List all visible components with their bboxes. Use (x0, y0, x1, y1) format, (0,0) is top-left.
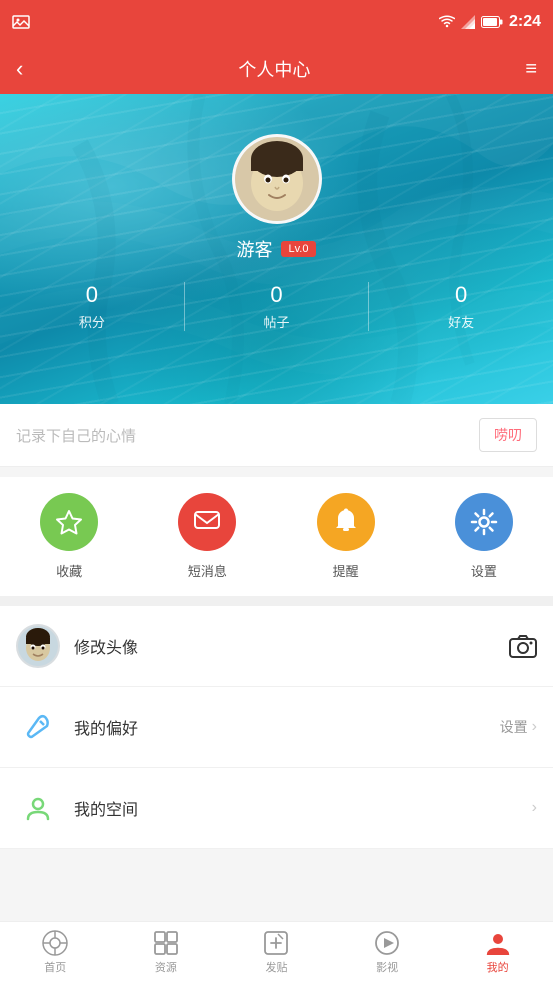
status-bar-right: 2:24 (439, 13, 541, 31)
nav-home-label: 首页 (44, 959, 66, 975)
mine-icon (485, 930, 511, 956)
nav-post[interactable]: 发贴 (221, 922, 332, 983)
menu-item-edit-avatar[interactable]: 修改头像 (0, 606, 553, 687)
preferences-label: 我的偏好 (74, 715, 500, 739)
stat-posts-value: 0 (270, 282, 282, 308)
settings-icon-bg (455, 493, 513, 551)
nav-post-label: 发贴 (265, 959, 287, 975)
mood-button[interactable]: 唠叨 (479, 418, 537, 452)
action-messages[interactable]: 短消息 (178, 493, 236, 580)
nav-home[interactable]: 首页 (0, 922, 111, 983)
nav-mine-label: 我的 (487, 959, 509, 975)
stat-score-value: 0 (86, 282, 98, 308)
menu-item-my-space[interactable]: 我的空间 › (0, 768, 553, 849)
mood-area: 记录下自己的心情 唠叨 (0, 404, 553, 467)
my-space-label: 我的空间 (74, 796, 532, 820)
bottom-nav: 首页 资源 发贴 影视 我的 (0, 921, 553, 983)
nav-video[interactable]: 影视 (332, 922, 443, 983)
my-space-chevron: › (532, 799, 537, 817)
menu-item-preferences[interactable]: 我的偏好 设置 › (0, 687, 553, 768)
mood-placeholder[interactable]: 记录下自己的心情 (16, 425, 136, 446)
edit-avatar-label: 修改头像 (74, 634, 509, 658)
wrench-icon (25, 714, 51, 740)
wifi-icon (439, 15, 455, 29)
top-bar: 2:24 ‹ 个人中心 ≡ (0, 0, 553, 94)
messages-icon-bg (178, 493, 236, 551)
menu-button[interactable]: ≡ (525, 58, 537, 81)
home-icon (42, 930, 68, 956)
stat-friends-value: 0 (455, 282, 467, 308)
stat-score: 0 积分 (0, 282, 185, 331)
user-info-row: 游客 Lv.0 (237, 236, 317, 262)
level-badge: Lv.0 (281, 241, 317, 257)
quick-actions: 收藏 短消息 提醒 设置 (0, 477, 553, 596)
page-title: 个人中心 (238, 56, 310, 82)
my-space-icon (16, 786, 60, 830)
star-icon (55, 508, 83, 536)
nav-video-label: 影视 (376, 959, 398, 975)
stat-friends: 0 好友 (369, 282, 553, 331)
avatar-image (235, 137, 319, 221)
my-space-right: › (532, 799, 537, 817)
signal-icon (461, 15, 475, 29)
edit-avatar-right (509, 634, 537, 658)
nav-resources[interactable]: 资源 (111, 922, 222, 983)
header: ‹ 个人中心 ≡ (0, 44, 553, 94)
resources-icon (153, 930, 179, 956)
avatar[interactable] (232, 134, 322, 224)
menu-list: 修改头像 我的偏好 设置 › (0, 606, 553, 849)
divider-1 (0, 596, 553, 606)
favorites-label: 收藏 (56, 561, 82, 580)
stat-score-label: 积分 (79, 312, 105, 331)
video-icon (374, 930, 400, 956)
action-favorites[interactable]: 收藏 (40, 493, 98, 580)
post-icon (263, 930, 289, 956)
stat-posts: 0 帖子 (185, 282, 370, 331)
preferences-right: 设置 › (500, 717, 537, 737)
camera-icon (509, 634, 537, 658)
settings-label: 设置 (471, 561, 497, 580)
preferences-chevron: › (532, 718, 537, 736)
status-bar: 2:24 (0, 0, 553, 44)
status-time: 2:24 (509, 13, 541, 31)
status-bar-left (12, 15, 30, 29)
messages-label: 短消息 (188, 561, 227, 580)
username: 游客 (237, 236, 273, 262)
bell-icon (334, 508, 358, 536)
nav-mine[interactable]: 我的 (442, 922, 553, 983)
nav-resources-label: 资源 (155, 959, 177, 975)
action-settings[interactable]: 设置 (455, 493, 513, 580)
profile-content: 游客 Lv.0 0 积分 0 帖子 0 好友 (0, 94, 553, 331)
stats-row: 0 积分 0 帖子 0 好友 (0, 282, 553, 331)
stat-posts-label: 帖子 (264, 312, 290, 331)
reminders-label: 提醒 (333, 561, 359, 580)
stat-friends-label: 好友 (448, 312, 474, 331)
person-icon (25, 795, 51, 821)
gear-icon (470, 508, 498, 536)
favorites-icon-bg (40, 493, 98, 551)
avatar-small-image (18, 626, 58, 666)
menu-avatar-icon (16, 624, 60, 668)
preferences-right-text: 设置 (500, 717, 528, 737)
battery-icon (481, 16, 503, 28)
profile-banner: 游客 Lv.0 0 积分 0 帖子 0 好友 (0, 94, 553, 404)
message-icon (193, 510, 221, 534)
action-reminders[interactable]: 提醒 (317, 493, 375, 580)
image-icon (12, 15, 30, 29)
reminders-icon-bg (317, 493, 375, 551)
back-button[interactable]: ‹ (16, 56, 23, 82)
preferences-icon (16, 705, 60, 749)
